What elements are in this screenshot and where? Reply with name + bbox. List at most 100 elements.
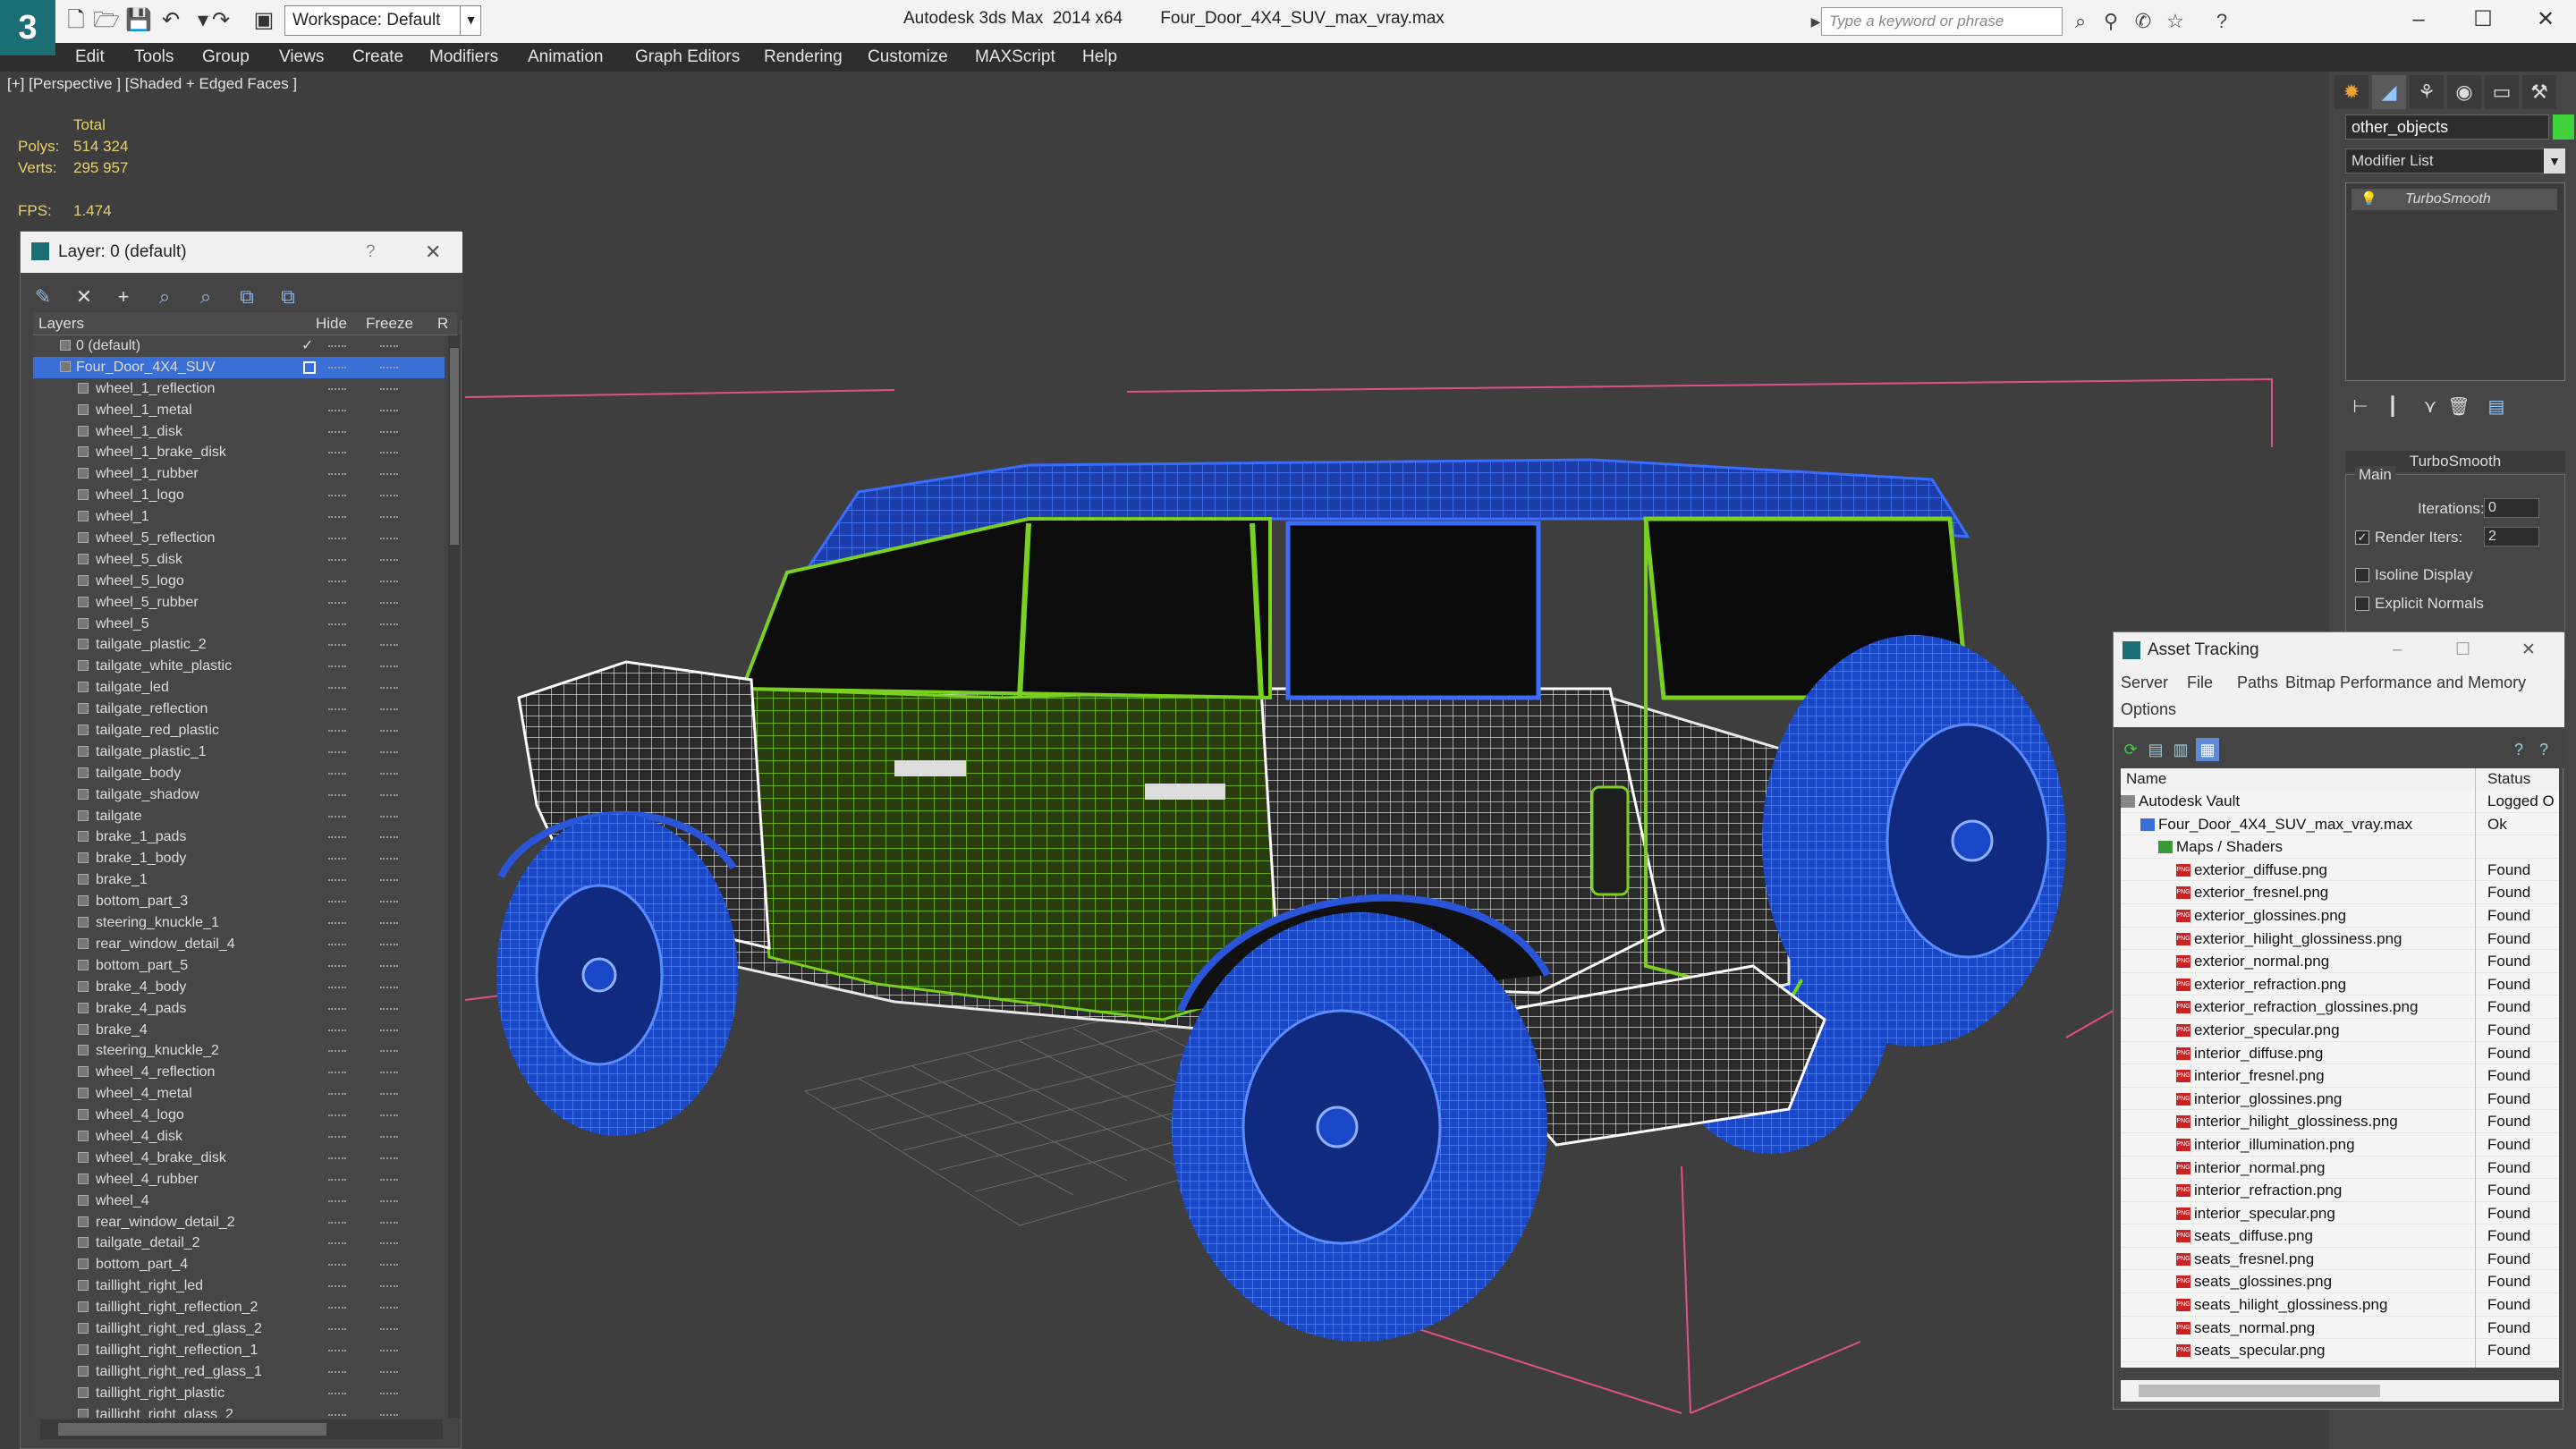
layer-row[interactable]: brake_1_pads <box>33 826 445 848</box>
layer-row[interactable]: bottom_part_4 <box>33 1254 445 1275</box>
render-iters-checkbox[interactable]: ✓ <box>2355 530 2369 545</box>
layer-row[interactable]: wheel_4_brake_disk <box>33 1148 445 1169</box>
hide-toggle[interactable] <box>328 1413 346 1416</box>
help-icon[interactable]: ? <box>366 232 376 273</box>
close-icon[interactable]: ✕ <box>2521 632 2536 668</box>
asset-row[interactable]: PNG interior_illumination.png Found <box>2121 1133 2559 1157</box>
freeze-toggle[interactable] <box>380 1135 398 1138</box>
hide-toggle[interactable] <box>328 1264 346 1267</box>
layer-row[interactable]: tailgate_white_plastic <box>33 656 445 677</box>
layer-row[interactable]: brake_4_pads <box>33 998 445 1020</box>
freeze-toggle[interactable] <box>380 516 398 519</box>
column-hide[interactable]: Hide <box>316 312 347 335</box>
hide-toggle[interactable] <box>328 964 346 967</box>
layer-row[interactable]: wheel_1_logo <box>33 485 445 506</box>
asset-row[interactable]: PNG exterior_hilight_glossiness.png Found <box>2121 928 2559 951</box>
freeze-toggle[interactable] <box>380 1157 398 1159</box>
asset-row[interactable]: Four_Door_4X4_SUV_max_vray.max Ok <box>2121 813 2559 836</box>
menu-bitmap-performance[interactable]: Bitmap Performance and Memory <box>2285 674 2526 692</box>
hide-toggle[interactable] <box>328 1370 346 1373</box>
freeze-toggle[interactable] <box>380 836 398 839</box>
layer-row[interactable]: tailgate_plastic_2 <box>33 634 445 656</box>
context-help-icon[interactable]: ? <box>2532 738 2555 761</box>
search-input[interactable]: Type a keyword or phrase <box>1821 7 2063 36</box>
workspace-select[interactable]: Workspace: Default <box>284 5 481 36</box>
hide-toggle[interactable] <box>328 430 346 433</box>
render-iters-spinner[interactable]: 2 <box>2484 527 2539 547</box>
tree-view-icon[interactable]: ▥ <box>2169 738 2192 761</box>
communication-icon[interactable]: ✆ <box>2129 7 2157 36</box>
hide-toggle[interactable] <box>328 1327 346 1330</box>
freeze-toggle[interactable] <box>380 345 398 347</box>
layer-row[interactable]: brake_1 <box>33 869 445 891</box>
select-objects-icon[interactable]: ⌕ <box>151 284 178 310</box>
freeze-toggle[interactable] <box>380 1264 398 1267</box>
column-name[interactable]: Name <box>2126 768 2166 790</box>
hide-toggle[interactable] <box>328 623 346 625</box>
freeze-toggle[interactable] <box>380 687 398 690</box>
menu-group[interactable]: Group <box>202 43 250 72</box>
hide-all-icon[interactable]: ⧉ <box>233 284 260 310</box>
hide-toggle[interactable] <box>328 601 346 604</box>
display-tab-icon[interactable]: ▭ <box>2485 75 2519 109</box>
layer-row[interactable]: Four_Door_4X4_SUV <box>33 356 445 378</box>
iterations-spinner[interactable]: 0 <box>2484 498 2539 518</box>
asset-row[interactable]: PNG exterior_normal.png Found <box>2121 950 2559 973</box>
freeze-toggle[interactable] <box>380 1007 398 1010</box>
layer-row[interactable]: tailgate_body <box>33 763 445 784</box>
freeze-toggle[interactable] <box>380 1029 398 1031</box>
asset-row[interactable]: PNG exterior_diffuse.png Found <box>2121 859 2559 882</box>
hide-toggle[interactable] <box>328 495 346 497</box>
pin-stack-icon[interactable]: ⊢ <box>2347 394 2374 420</box>
lightbulb-icon[interactable]: 💡 <box>2360 191 2377 207</box>
column-status[interactable]: Status <box>2487 768 2530 790</box>
layer-row[interactable]: tailgate_reflection <box>33 699 445 720</box>
asset-row[interactable]: PNG seats_glossines.png Found <box>2121 1270 2559 1294</box>
freeze-toggle[interactable] <box>380 665 398 668</box>
layer-row[interactable]: wheel_1_rubber <box>33 463 445 485</box>
layer-row[interactable]: wheel_4 <box>33 1191 445 1212</box>
layer-row[interactable]: wheel_5_logo <box>33 571 445 592</box>
hide-toggle[interactable] <box>328 1392 346 1394</box>
layer-row[interactable]: wheel_4_logo <box>33 1105 445 1126</box>
minimize-icon[interactable]: – <box>2392 2 2445 38</box>
hide-toggle[interactable] <box>328 1135 346 1138</box>
object-name-field[interactable]: other_objects <box>2345 114 2549 140</box>
layer-row[interactable]: wheel_5_reflection <box>33 528 445 549</box>
menu-animation[interactable]: Animation <box>528 43 604 72</box>
freeze-toggle[interactable] <box>380 964 398 967</box>
freeze-toggle[interactable] <box>380 1114 398 1117</box>
asset-row[interactable]: Maps / Shaders <box>2121 835 2559 859</box>
hide-toggle[interactable] <box>328 580 346 582</box>
subscription-icon[interactable]: ⚲ <box>2097 7 2125 36</box>
layer-row[interactable]: brake_4_body <box>33 977 445 998</box>
list-view-icon[interactable]: ▤ <box>2144 738 2167 761</box>
layer-row[interactable]: wheel_5_rubber <box>33 592 445 614</box>
table-view-icon[interactable]: ▦ <box>2196 738 2219 761</box>
asset-row[interactable]: PNG interior_hilight_glossiness.png Found <box>2121 1110 2559 1133</box>
asset-row[interactable]: PNG interior_fresnel.png Found <box>2121 1064 2559 1088</box>
hide-toggle[interactable] <box>328 516 346 519</box>
layer-row[interactable]: tailgate_shadow <box>33 784 445 806</box>
asset-row[interactable]: PNG seats_fresnel.png Found <box>2121 1248 2559 1271</box>
menu-create[interactable]: Create <box>352 43 403 72</box>
freeze-toggle[interactable] <box>380 409 398 411</box>
isoline-display-checkbox[interactable] <box>2355 568 2369 582</box>
menu-rendering[interactable]: Rendering <box>764 43 843 72</box>
hide-toggle[interactable] <box>328 345 346 347</box>
freeze-toggle[interactable] <box>380 1221 398 1224</box>
layer-row[interactable]: tailgate_detail_2 <box>33 1233 445 1254</box>
hide-toggle[interactable] <box>328 1093 346 1096</box>
delete-layer-icon[interactable]: ✕ <box>71 284 97 310</box>
menu-customize[interactable]: Customize <box>868 43 948 72</box>
menu-views[interactable]: Views <box>279 43 324 72</box>
hide-toggle[interactable] <box>328 473 346 476</box>
configure-sets-icon[interactable]: ▤ <box>2483 394 2510 420</box>
layer-row[interactable]: taillight_right_red_glass_2 <box>33 1318 445 1340</box>
remove-modifier-icon[interactable]: 🗑 <box>2445 394 2472 420</box>
menu-file[interactable]: File <box>2187 674 2213 692</box>
hide-toggle[interactable] <box>328 409 346 411</box>
layer-row[interactable]: wheel_1 <box>33 506 445 528</box>
asset-row[interactable]: PNG exterior_refraction_glossines.png Foun… <box>2121 996 2559 1019</box>
layer-row[interactable]: tailgate_led <box>33 677 445 699</box>
